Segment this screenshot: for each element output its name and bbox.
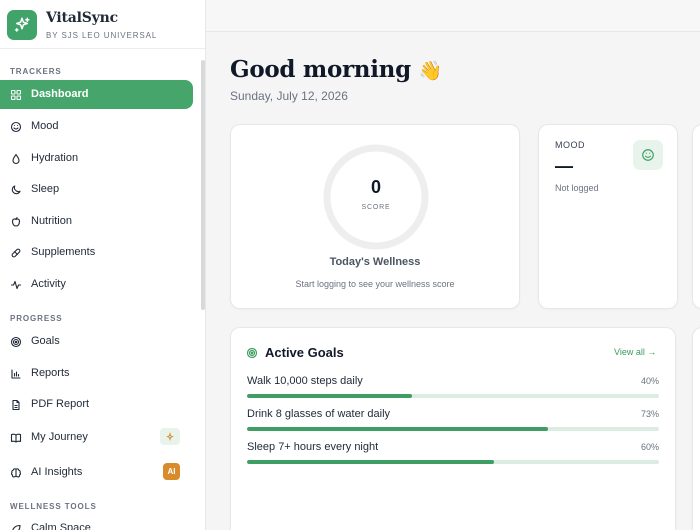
sidebar-item-label: Reports	[31, 367, 70, 379]
wellness-subtitle: Start logging to see your wellness score	[295, 279, 455, 289]
pill-icon	[9, 246, 22, 259]
sidebar-item-sleep[interactable]: Sleep	[0, 175, 193, 204]
page-title: Good morning 👋	[230, 56, 442, 83]
section-label-progress: PROGRESS	[10, 314, 63, 323]
bar-chart-icon	[9, 367, 22, 380]
sidebar-item-label: Goals	[31, 335, 60, 347]
goals-title: Active Goals	[265, 345, 344, 360]
goal-progress-track	[247, 394, 659, 398]
wellness-score-card[interactable]: 0 SCORE Today's Wellness Start logging t…	[230, 124, 520, 309]
smile-icon	[9, 120, 22, 133]
sidebar: VitalSync BY SJS LEO UNIVERSAL TRACKERS …	[0, 0, 206, 530]
goal-name: Walk 10,000 steps daily	[247, 375, 363, 387]
goal-name: Sleep 7+ hours every night	[247, 441, 379, 453]
target-icon	[9, 335, 22, 348]
sidebar-item-calm-space[interactable]: Calm Space	[0, 514, 193, 530]
side-card	[692, 327, 700, 530]
sparkle-logo-icon	[14, 17, 30, 32]
sidebar-item-label: Nutrition	[31, 215, 72, 227]
top-bar	[206, 0, 700, 32]
target-icon	[246, 346, 258, 364]
greeting-date: Sunday, July 12, 2026	[230, 89, 348, 103]
sidebar-item-label: Activity	[31, 278, 66, 290]
grid-icon	[9, 88, 22, 101]
goal-percent: 60%	[640, 442, 659, 452]
wave-icon: 👋	[418, 60, 443, 82]
file-icon	[9, 398, 22, 411]
brain-icon	[9, 466, 22, 479]
sidebar-item-label: My Journey	[31, 431, 88, 443]
sidebar-item-reports[interactable]: Reports	[0, 359, 193, 388]
greeting-text: Good morning	[230, 56, 411, 83]
sidebar-item-label: PDF Report	[31, 398, 90, 410]
sidebar-item-hydration[interactable]: Hydration	[0, 144, 193, 173]
sidebar-item-label: AI Insights	[31, 466, 83, 478]
goal-progress-fill	[247, 460, 495, 464]
apple-icon	[9, 215, 22, 228]
sidebar-item-goals[interactable]: Goals	[0, 327, 193, 356]
brand-name: VitalSync	[46, 10, 118, 26]
smile-icon	[642, 149, 654, 161]
sidebar-item-label: Mood	[31, 120, 59, 132]
sidebar-item-mood[interactable]: Mood	[0, 112, 193, 141]
sidebar-item-label: Supplements	[31, 246, 96, 258]
sparkle-icon	[160, 428, 180, 445]
sidebar-item-nutrition[interactable]: Nutrition	[0, 207, 193, 236]
score-label: SCORE	[361, 204, 391, 211]
view-all-link[interactable]: View all →	[614, 347, 656, 357]
goal-progress-fill	[247, 427, 548, 431]
goal-percent: 40%	[640, 376, 659, 386]
brand-header: VitalSync BY SJS LEO UNIVERSAL	[0, 0, 205, 49]
brand-subtitle: BY SJS LEO UNIVERSAL	[46, 31, 158, 40]
mood-icon-box	[633, 140, 663, 170]
goal-percent: 73%	[640, 409, 659, 419]
sidebar-item-supplements[interactable]: Supplements	[0, 238, 193, 267]
wellness-title: Today's Wellness	[329, 256, 421, 268]
sidebar-item-label: Sleep	[31, 183, 60, 195]
mood-title: MOOD	[555, 140, 585, 150]
active-goals-card: Active Goals View all → Walk 10,000 step…	[230, 327, 676, 530]
sidebar-item-label: Hydration	[31, 152, 79, 164]
sidebar-scrollbar[interactable]	[201, 60, 205, 310]
mood-status: Not logged	[555, 183, 599, 193]
droplet-icon	[9, 152, 22, 165]
goal-progress-track	[247, 460, 659, 464]
leaf-icon	[9, 522, 22, 530]
score-ring: 0 SCORE	[322, 143, 430, 251]
sidebar-item-label: Dashboard	[31, 88, 89, 100]
goal-progress-fill	[247, 394, 412, 398]
book-icon	[9, 431, 22, 444]
next-stat-card[interactable]	[692, 124, 700, 309]
sidebar-item-ai-insights[interactable]: AI Insights AI	[0, 458, 193, 487]
sidebar-item-dashboard[interactable]: Dashboard	[0, 80, 193, 109]
sidebar-item-label: Calm Space	[31, 522, 91, 530]
pulse-icon	[9, 278, 22, 291]
score-value: 0	[370, 177, 381, 197]
moon-icon	[9, 183, 22, 196]
sidebar-item-pdf-report[interactable]: PDF Report	[0, 390, 193, 419]
sidebar-item-my-journey[interactable]: My Journey	[0, 423, 193, 452]
goal-progress-track	[247, 427, 659, 431]
section-label-trackers: TRACKERS	[10, 67, 62, 76]
sidebar-item-activity[interactable]: Activity	[0, 270, 193, 299]
mood-card[interactable]: MOOD — Not logged	[538, 124, 678, 309]
ai-badge: AI	[163, 463, 180, 480]
brand-logo[interactable]	[7, 10, 37, 40]
goal-name: Drink 8 glasses of water daily	[247, 408, 391, 420]
mood-value: —	[555, 156, 573, 176]
section-label-wellness-tools: WELLNESS TOOLS	[10, 502, 97, 511]
